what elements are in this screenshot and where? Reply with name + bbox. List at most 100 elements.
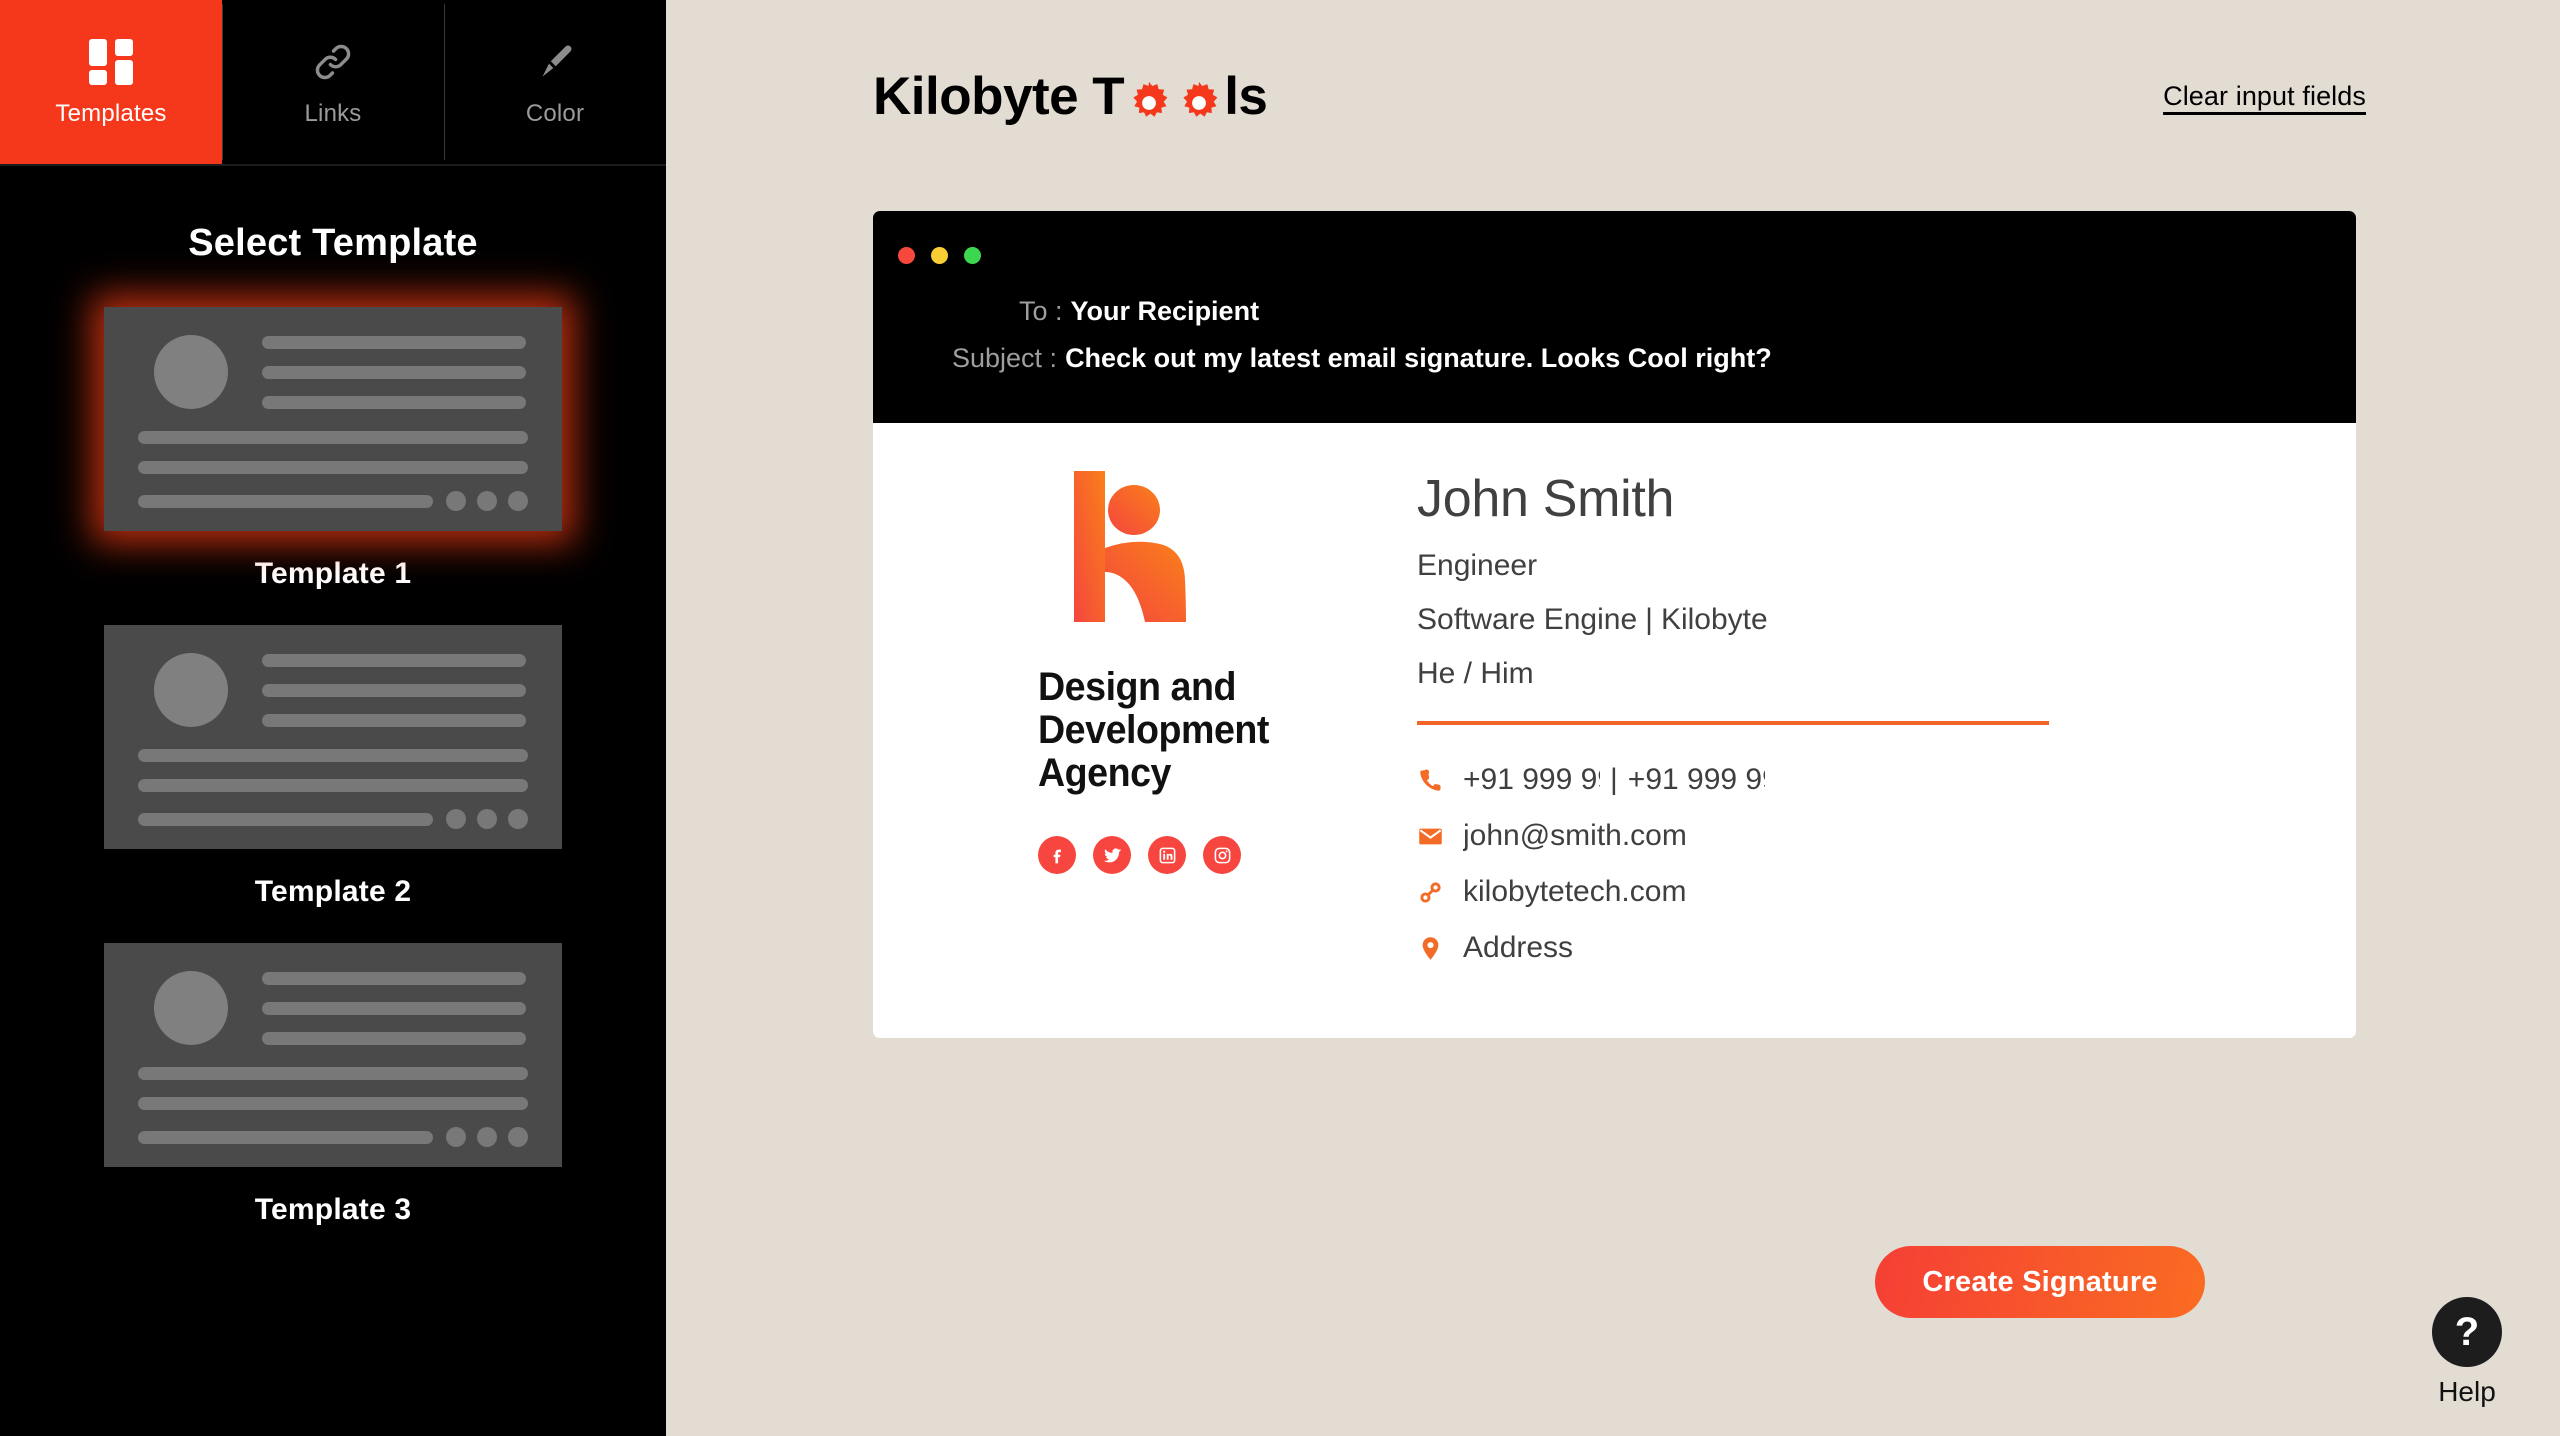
social-links [1038,836,1241,875]
skeleton-line [138,1067,528,1080]
skeleton-dot [446,1127,466,1147]
skeleton-dot [508,491,528,511]
template-label: Template 2 [254,875,412,908]
sidebar-tabbar: Templates Links Color [0,0,666,164]
tab-color[interactable]: Color [444,0,666,164]
skeleton-dot [508,809,528,829]
email-to-label: To : [1019,296,1063,326]
link-icon [1417,879,1463,906]
tab-templates-label: Templates [55,99,167,127]
skeleton-line [138,1097,528,1110]
tab-color-label: Color [525,99,585,127]
gear-icon [1126,78,1172,124]
skeleton-line [138,749,528,762]
signature-divider [1417,721,2049,725]
skeleton-avatar [154,335,228,409]
skeleton-line [138,1130,433,1144]
close-dot-icon[interactable] [898,247,915,264]
skeleton-line [262,1031,526,1045]
signature-role-company: Software Engine | Kilobyte [1417,603,2296,637]
tab-links-label: Links [304,99,362,127]
contact-phone-sep: | [1610,763,1618,796]
location-pin-icon [1417,935,1463,962]
email-to-value: Your Recipient [1070,296,1260,326]
skeleton-line [262,365,526,379]
help-button[interactable]: ? Help [2432,1297,2502,1408]
skeleton-avatar [154,971,228,1045]
signature-body: Design and Development Agency John Smith… [873,423,2356,1038]
skeleton-line [262,395,526,409]
question-mark-icon: ? [2432,1297,2502,1367]
skeleton-line [262,971,526,985]
email-preview-card: To : Your Recipient Subject : Check out … [873,211,2356,1038]
contact-row-phone: +91 999 999 9 | +91 999 999 9 [1417,752,2296,808]
contact-row-email: john@smith.com [1417,808,2296,864]
grid-icon [89,37,133,87]
maximize-dot-icon[interactable] [964,247,981,264]
signature-contact-list: +91 999 999 9 | +91 999 999 9 john@smith.c… [1417,752,2296,976]
skeleton-line [262,1001,526,1015]
template-option-3[interactable]: Template 3 [0,943,666,1227]
email-header: To : Your Recipient Subject : Check out … [873,211,2356,423]
skeleton-line [138,779,528,792]
skeleton-line [262,335,526,349]
create-signature-button[interactable]: Create Signature [1875,1246,2205,1318]
skeleton-line [138,431,528,444]
email-subject-row: Subject : Check out my latest email sign… [952,343,2356,374]
signature-details-column: John Smith Engineer Software Engine | Kilo… [1417,469,2356,976]
facebook-icon[interactable] [1038,836,1076,875]
logo-text-prefix: Kilobyte T [873,67,1125,126]
linkedin-icon[interactable] [1148,836,1186,875]
phone-icon [1417,767,1463,794]
skeleton-dot [477,491,497,511]
template-option-2[interactable]: Template 2 [0,625,666,909]
tab-templates[interactable]: Templates [0,0,222,164]
envelope-icon [1417,823,1463,850]
skeleton-line [262,713,526,727]
contact-phone-text: +91 999 999 9 | +91 999 999 9 [1463,763,1765,797]
contact-address: Address [1463,931,1574,964]
skeleton-line [138,812,433,826]
tab-links[interactable]: Links [222,0,444,164]
skeleton-dot [508,1127,528,1147]
email-subject-value: Check out my latest email signature. Loo… [1065,343,1772,373]
contact-email[interactable]: john@smith.com [1463,819,1687,853]
sidebar-title: Select Template [188,222,478,264]
link-icon [311,37,355,87]
email-fields: To : Your Recipient Subject : Check out … [873,296,2356,374]
app-root: Templates Links Color Select Template Te… [0,0,2560,1436]
main-header: Kilobyte T ls Clear input fields [666,0,2560,127]
skeleton-line [138,461,528,474]
template-label: Template 1 [254,557,412,590]
signature-role: Software Engine [1417,603,1638,636]
brand-name: Design and Development Agency [1038,665,1269,795]
contact-row-website: kilobytetech.com [1417,864,2296,920]
help-label: Help [2438,1376,2496,1407]
skeleton-line [262,653,526,667]
template-list: Template 1 Template 2 Template 3 [0,307,666,1227]
signature-brand-column: Design and Development Agency [1038,469,1358,976]
main-panel: Kilobyte T ls Clear input fields To: Yo… [666,0,2560,1436]
template-thumbnail [104,943,562,1167]
minimize-dot-icon[interactable] [931,247,948,264]
email-to-row: To : Your Recipient [952,296,2356,327]
skeleton-line [262,683,526,697]
signature-company: Kilobyte [1660,603,1768,636]
instagram-icon[interactable] [1203,836,1241,875]
app-logo: Kilobyte T ls [873,66,1268,127]
template-label: Template 3 [254,1193,412,1226]
skeleton-dot [477,809,497,829]
kilobyte-k-logo-icon [1073,469,1233,624]
contact-website[interactable]: kilobytetech.com [1463,875,1686,909]
template-option-1[interactable]: Template 1 [0,307,666,591]
skeleton-dot [446,491,466,511]
signature-sep: | [1645,603,1653,636]
window-controls [873,231,2356,264]
signature-department: Engineer [1417,549,1538,582]
brush-icon [533,37,577,87]
template-thumbnail [104,625,562,849]
clear-input-fields-link[interactable]: Clear input fields [2163,81,2366,112]
contact-row-address: Address [1417,920,2296,976]
gear-icon [1176,78,1222,124]
twitter-icon[interactable] [1093,836,1131,875]
